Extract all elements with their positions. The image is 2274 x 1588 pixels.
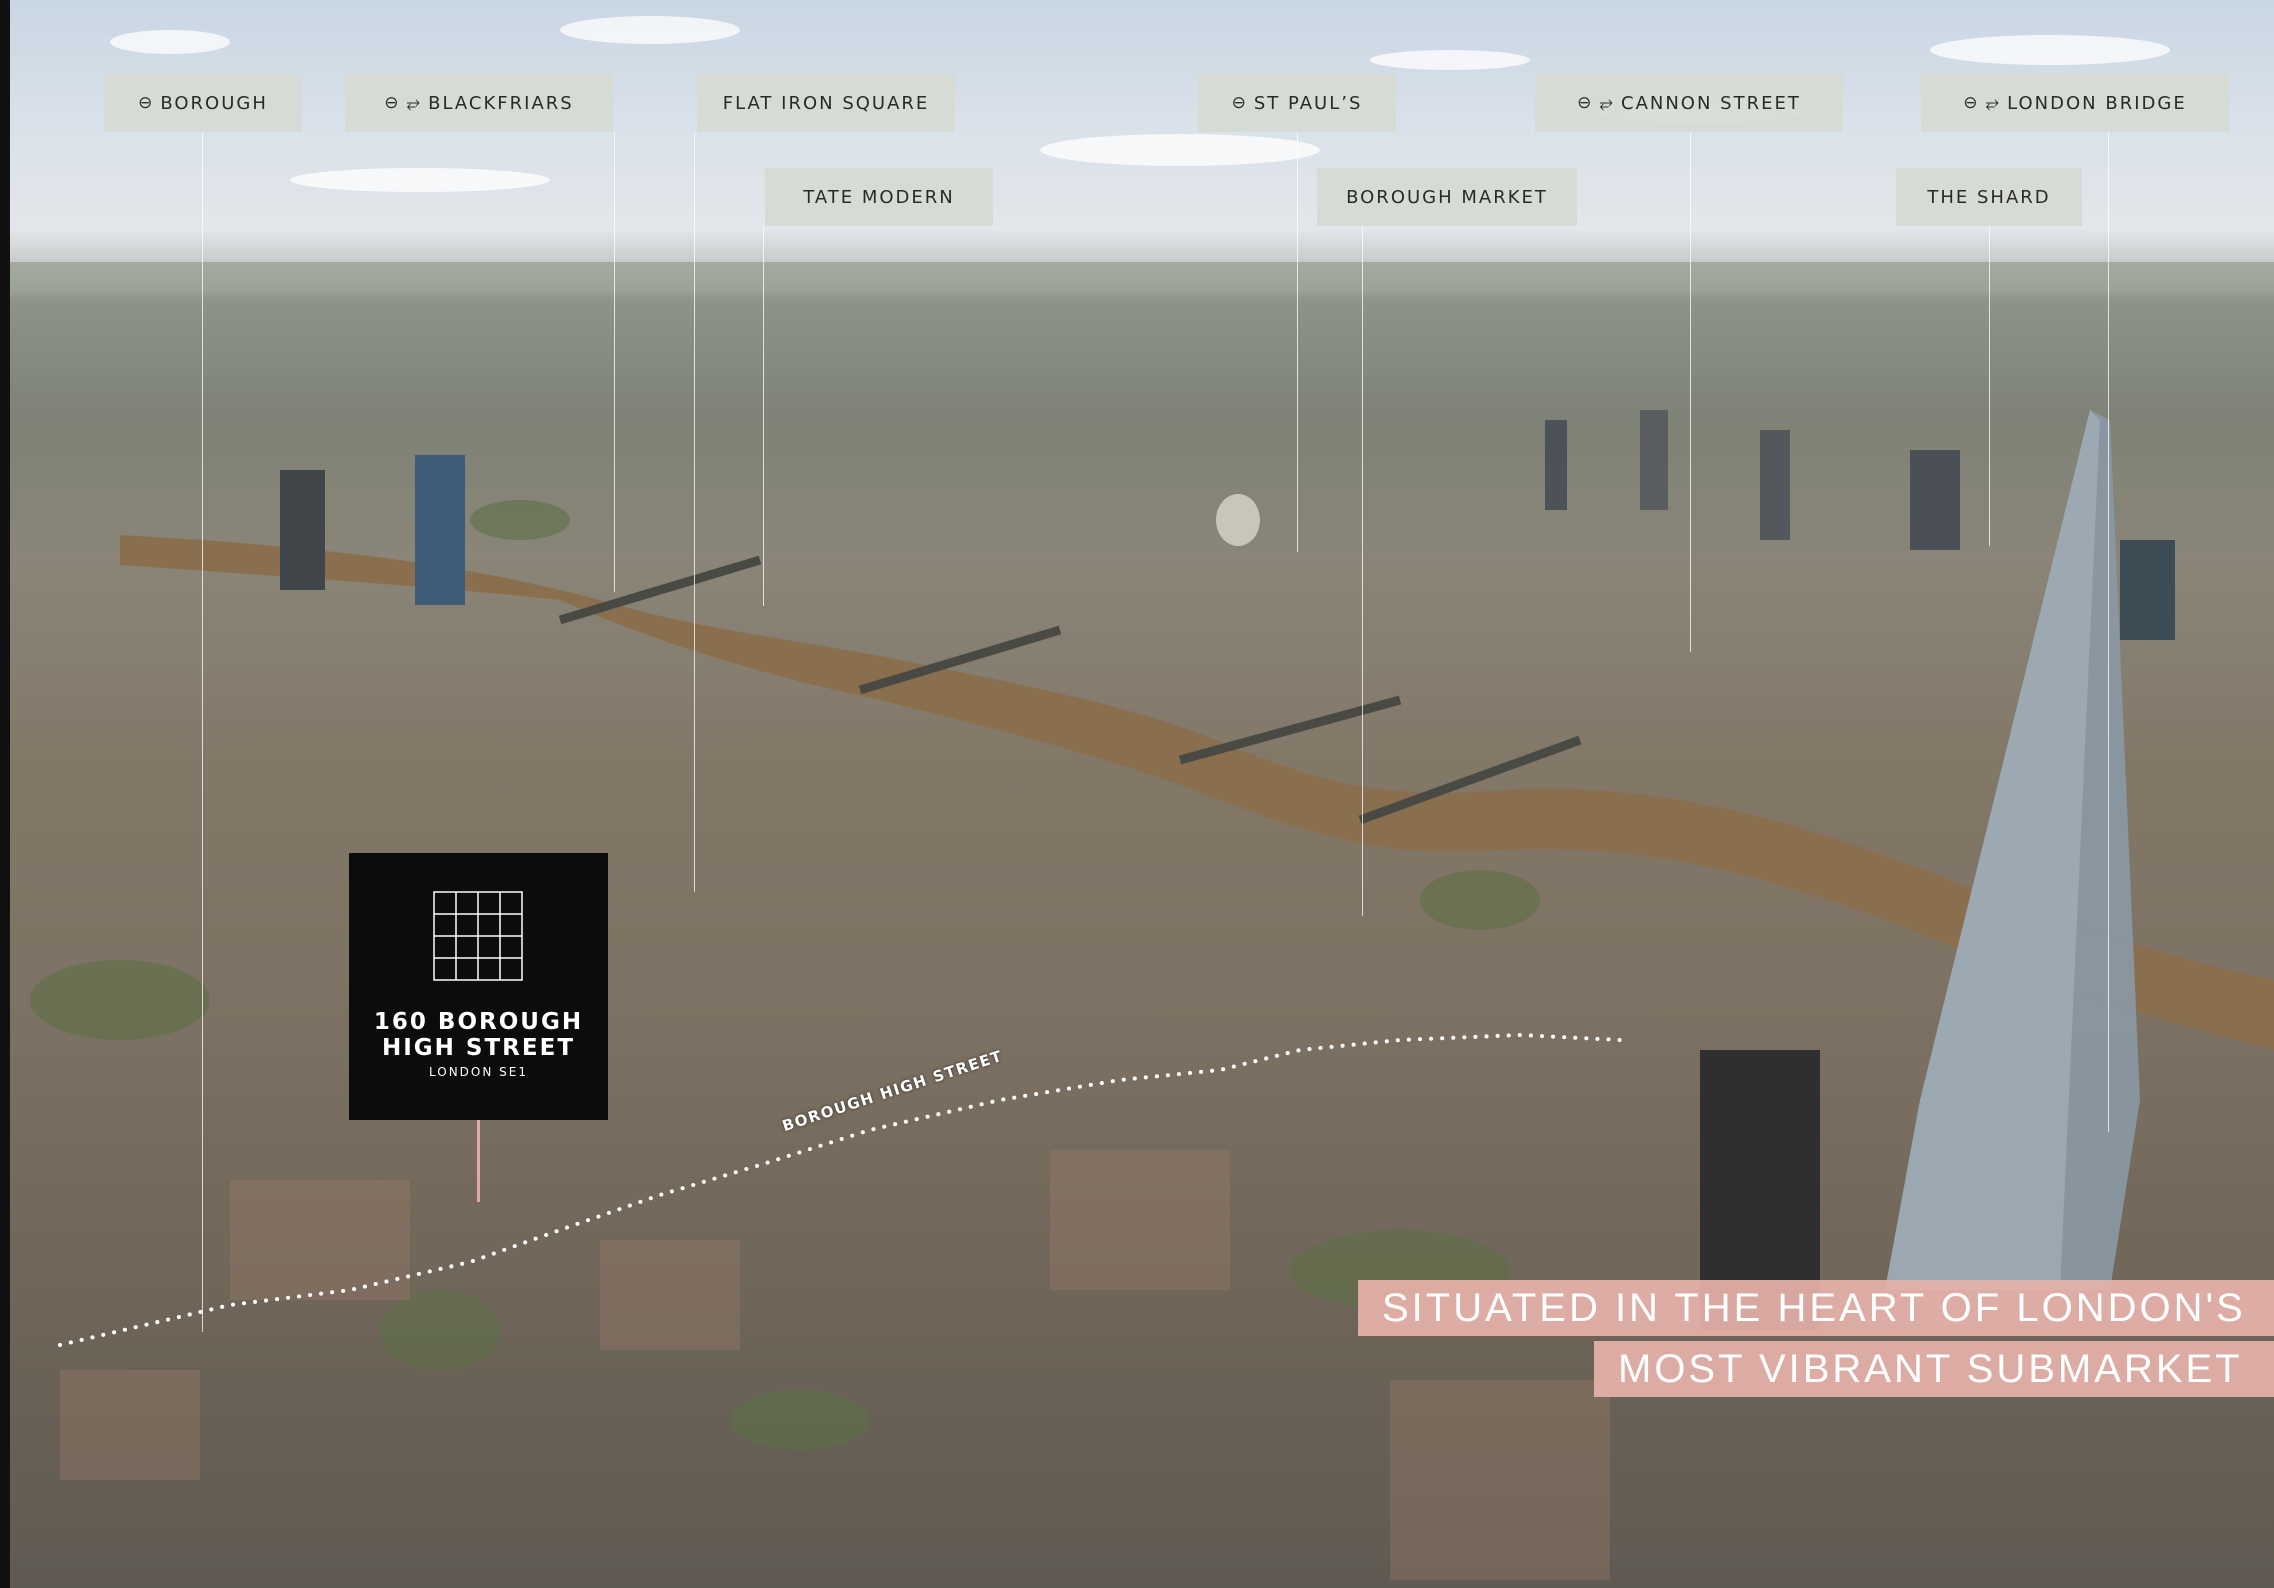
leader-london-bridge [2108, 132, 2109, 1132]
underground-roundel-icon: ⊖ [1231, 93, 1246, 113]
label-text: BLACKFRIARS [428, 92, 574, 114]
national-rail-icon: ⥂ [406, 93, 421, 113]
leader-borough-market [1362, 226, 1363, 916]
tagline-line2: MOST VIBRANT SUBMARKET [1594, 1341, 2274, 1397]
leader-the-shard [1989, 226, 1990, 546]
national-rail-icon: ⥂ [1985, 93, 2000, 113]
label-text: THE SHARD [1927, 186, 2051, 208]
leader-blackfriars [614, 132, 615, 592]
label-text: BOROUGH MARKET [1346, 186, 1548, 208]
label-blackfriars: ⊖ ⥂ BLACKFRIARS [345, 74, 613, 132]
grid-logo-icon [433, 891, 523, 981]
tagline-line1: SITUATED IN THE HEART OF LONDON'S [1358, 1280, 2274, 1336]
leader-cannon-street [1690, 132, 1691, 652]
bridges [558, 555, 1582, 825]
aerial-photo: ⊖ BOROUGH ⊖ ⥂ BLACKFRIARS FLAT IRON SQUA… [0, 0, 2274, 1588]
label-flat-iron-square: FLAT IRON SQUARE [697, 74, 955, 132]
label-tate-modern: TATE MODERN [765, 168, 993, 226]
underground-roundel-icon: ⊖ [1963, 93, 1978, 113]
label-text: ST PAUL’S [1253, 92, 1363, 114]
label-london-bridge: ⊖ ⥂ LONDON BRIDGE [1921, 74, 2229, 132]
label-the-shard: THE SHARD [1896, 168, 2082, 226]
leader-flat-iron-square [694, 132, 695, 892]
property-postcode: LONDON SE1 [429, 1065, 528, 1079]
label-cannon-street: ⊖ ⥂ CANNON STREET [1535, 74, 1843, 132]
property-name-line1: 160 BOROUGH [373, 1009, 584, 1035]
label-text: LONDON BRIDGE [2007, 92, 2187, 114]
label-text: CANNON STREET [1621, 92, 1801, 114]
foreground-blocks [60, 1150, 1610, 1580]
label-borough: ⊖ BOROUGH [104, 74, 302, 132]
leader-borough [202, 132, 203, 1332]
label-st-pauls: ⊖ ST PAUL’S [1198, 74, 1396, 132]
property-pin-line [477, 1120, 480, 1202]
underground-roundel-icon: ⊖ [1577, 93, 1592, 113]
property-name-line2: HIGH STREET [381, 1035, 576, 1061]
horizon-haze [0, 262, 2274, 292]
left-edge-bar [0, 0, 10, 1588]
leader-st-pauls [1297, 132, 1298, 552]
property-name: 160 BOROUGH HIGH STREET [349, 1009, 608, 1061]
leader-tate-modern [763, 226, 764, 606]
label-borough-market: BOROUGH MARKET [1317, 168, 1577, 226]
national-rail-icon: ⥂ [1599, 93, 1613, 113]
label-text: TATE MODERN [803, 186, 955, 208]
underground-roundel-icon: ⊖ [138, 93, 153, 113]
label-text: BOROUGH [160, 92, 268, 114]
underground-roundel-icon: ⊖ [384, 93, 399, 113]
property-marker: 160 BOROUGH HIGH STREET LONDON SE1 [349, 853, 608, 1120]
label-text: FLAT IRON SQUARE [722, 92, 930, 114]
